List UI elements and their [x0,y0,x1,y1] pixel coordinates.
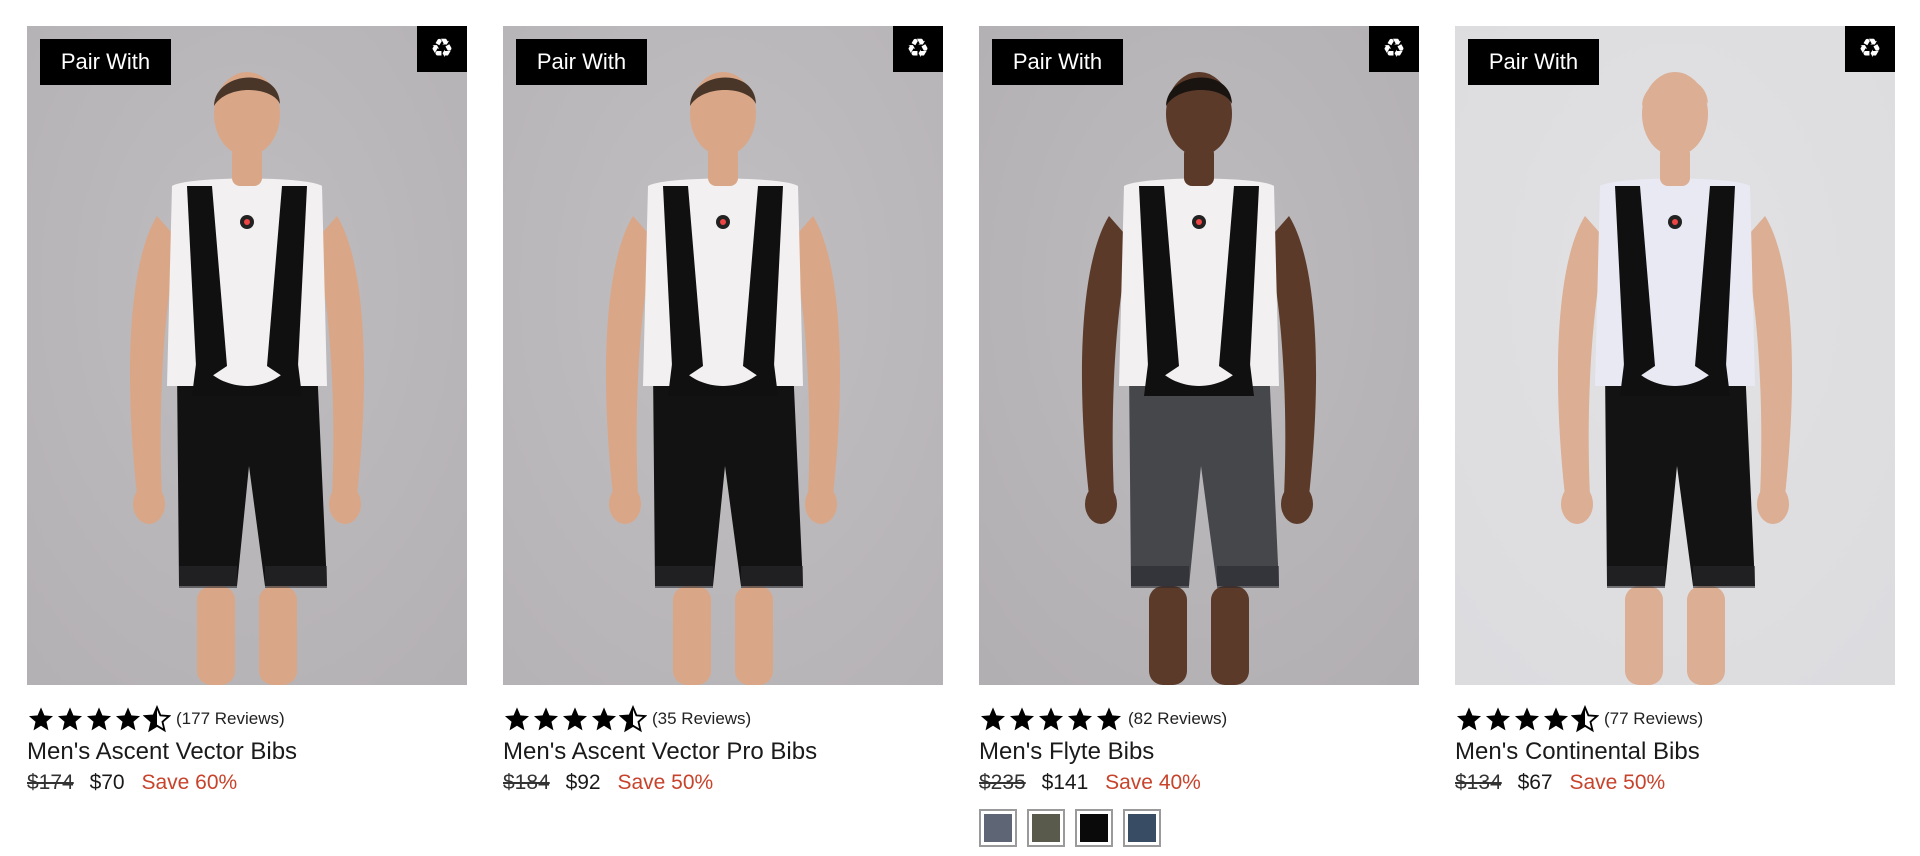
rating[interactable]: 177 Reviews [27,703,467,735]
star-rating [503,705,648,733]
star-icon [1067,707,1093,731]
sale-price: $70 [89,771,125,794]
star-icon [504,707,530,731]
color-swatch[interactable] [1123,809,1161,847]
product-grid: Pair With ♻ 177 Reviews Men's Ascent Vec… [0,0,1920,856]
star-icon [86,707,112,731]
product-title[interactable]: Men's Flyte Bibs [979,738,1419,766]
rating[interactable]: 35 Reviews [503,703,943,735]
pair-with-badge[interactable]: Pair With [1468,39,1599,85]
original-price: $184 [503,771,550,794]
color-swatches [979,809,1419,847]
product-title[interactable]: Men's Ascent Vector Bibs [27,738,467,766]
original-price: $134 [1455,771,1502,794]
product-image[interactable]: Pair With ♻ [979,26,1419,685]
sale-price: $92 [565,771,601,794]
color-swatch[interactable] [1027,809,1065,847]
product-card[interactable]: Pair With ♻ 177 Reviews Men's Ascent Vec… [27,26,467,795]
recycle-icon: ♻ [893,26,943,72]
product-card[interactable]: Pair With ♻ 35 Reviews Men's Ascent Vect… [503,26,943,795]
star-icon [591,707,617,731]
save-percent: Save 40% [1105,771,1201,794]
product-info: 35 Reviews Men's Ascent Vector Pro Bibs … [503,685,943,795]
review-count: 177 Reviews [176,709,285,729]
recycle-icon: ♻ [1845,26,1895,72]
save-percent: Save 50% [1569,771,1666,794]
star-rating [1455,705,1600,733]
star-icon [533,707,559,731]
product-title[interactable]: Men's Continental Bibs [1455,738,1895,766]
product-image[interactable]: Pair With ♻ [1455,26,1895,685]
product-card[interactable]: Pair With ♻ 82 Reviews Men's Flyte Bibs … [979,26,1419,847]
star-rating [27,705,172,733]
star-icon [1543,707,1569,731]
color-swatch[interactable] [1075,809,1113,847]
price: $235 $141 Save 40% [979,771,1419,795]
review-count: 77 Reviews [1604,709,1703,729]
review-count: 35 Reviews [652,709,751,729]
save-percent: Save 50% [617,771,714,794]
star-icon [1514,707,1540,731]
star-icon [562,707,588,731]
review-count: 82 Reviews [1128,709,1227,729]
product-info: 77 Reviews Men's Continental Bibs $134 $… [1455,685,1895,795]
pair-with-badge[interactable]: Pair With [40,39,171,85]
star-icon [980,707,1006,731]
star-icon [57,707,83,731]
pair-with-badge[interactable]: Pair With [992,39,1123,85]
star-icon [143,705,171,733]
price: $174 $70 Save 60% [27,771,467,795]
sale-price: $67 [1517,771,1553,794]
original-price: $235 [979,771,1026,794]
product-title[interactable]: Men's Ascent Vector Pro Bibs [503,738,943,766]
product-info: 82 Reviews Men's Flyte Bibs $235 $141 Sa… [979,685,1419,847]
product-card[interactable]: Pair With ♻ 77 Reviews Men's Continental… [1455,26,1895,795]
product-image[interactable]: Pair With ♻ [27,26,467,685]
pair-with-badge[interactable]: Pair With [516,39,647,85]
star-icon [1096,707,1122,731]
save-percent: Save 60% [141,771,238,794]
rating[interactable]: 82 Reviews [979,703,1419,735]
star-icon [1456,707,1482,731]
star-icon [115,707,141,731]
star-icon [1009,707,1035,731]
product-info: 177 Reviews Men's Ascent Vector Bibs $17… [27,685,467,795]
star-icon [1485,707,1511,731]
star-icon [28,707,54,731]
price: $184 $92 Save 50% [503,771,943,795]
price: $134 $67 Save 50% [1455,771,1895,795]
product-image[interactable]: Pair With ♻ [503,26,943,685]
recycle-icon: ♻ [417,26,467,72]
original-price: $174 [27,771,74,794]
star-icon [1571,705,1599,733]
star-icon [1038,707,1064,731]
star-icon [619,705,647,733]
color-swatch[interactable] [979,809,1017,847]
rating[interactable]: 77 Reviews [1455,703,1895,735]
star-rating [979,705,1124,733]
sale-price: $141 [1041,771,1089,794]
recycle-icon: ♻ [1369,26,1419,72]
